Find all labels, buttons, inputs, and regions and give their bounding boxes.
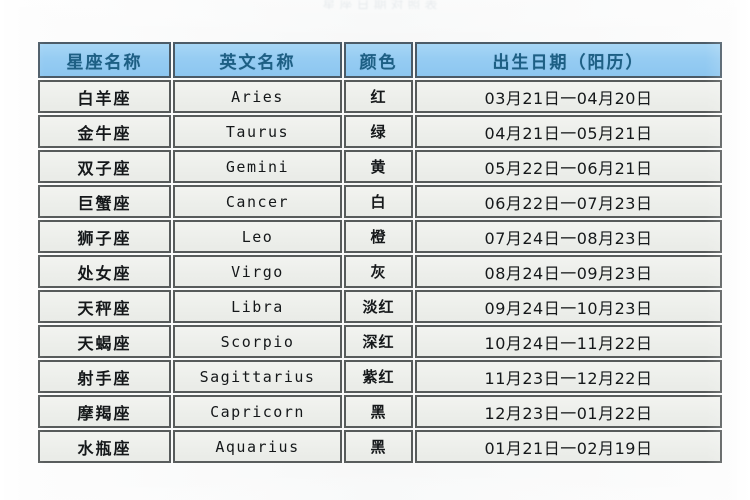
cell-date: 04月21日一05月21日 <box>415 115 722 148</box>
cell-date: 10月24日一11月22日 <box>415 325 722 358</box>
column-header-color: 颜色 <box>344 42 413 78</box>
cell-en-name: Cancer <box>173 185 342 218</box>
cell-cn-name: 摩羯座 <box>38 395 171 428</box>
table-row: 白羊座 Aries 红 03月21日一04月20日 <box>38 80 722 113</box>
cell-en-name: Leo <box>173 220 342 253</box>
cell-color: 紫红 <box>344 360 413 393</box>
table-row: 天秤座 Libra 淡红 09月24日一10月23日 <box>38 290 722 323</box>
cell-en-name: Sagittarius <box>173 360 342 393</box>
cell-en-name: Gemini <box>173 150 342 183</box>
cell-en-name: Virgo <box>173 255 342 288</box>
cell-cn-name: 金牛座 <box>38 115 171 148</box>
cell-date: 09月24日一10月23日 <box>415 290 722 323</box>
cell-color: 深红 <box>344 325 413 358</box>
cell-color: 橙 <box>344 220 413 253</box>
cell-date: 12月23日一01月22日 <box>415 395 722 428</box>
cell-cn-name: 双子座 <box>38 150 171 183</box>
table-row: 水瓶座 Aquarius 黑 01月21日一02月19日 <box>38 430 722 463</box>
cell-cn-name: 处女座 <box>38 255 171 288</box>
cell-color: 灰 <box>344 255 413 288</box>
table-body: 白羊座 Aries 红 03月21日一04月20日 金牛座 Taurus 绿 04月21日一0… <box>38 80 722 463</box>
cell-date: 11月23日一12月22日 <box>415 360 722 393</box>
cell-en-name: Aries <box>173 80 342 113</box>
table-header: 星座名称 英文名称 颜色 出生日期（阳历） <box>38 42 722 78</box>
table-row: 金牛座 Taurus 绿 04月21日一05月21日 <box>38 115 722 148</box>
table-row: 天蝎座 Scorpio 深红 10月24日一11月22日 <box>38 325 722 358</box>
cell-date: 05月22日一06月21日 <box>415 150 722 183</box>
cell-en-name: Taurus <box>173 115 342 148</box>
cell-date: 08月24日一09月23日 <box>415 255 722 288</box>
cell-color: 黑 <box>344 395 413 428</box>
table-row: 巨蟹座 Cancer 白 06月22日一07月23日 <box>38 185 722 218</box>
table-header-row: 星座名称 英文名称 颜色 出生日期（阳历） <box>38 42 722 78</box>
cell-en-name: Aquarius <box>173 430 342 463</box>
table-row: 双子座 Gemini 黄 05月22日一06月21日 <box>38 150 722 183</box>
cell-date: 01月21日一02月19日 <box>415 430 722 463</box>
table-row: 摩羯座 Capricorn 黑 12月23日一01月22日 <box>38 395 722 428</box>
table-row: 射手座 Sagittarius 紫红 11月23日一12月22日 <box>38 360 722 393</box>
column-header-cn-name: 星座名称 <box>38 42 171 78</box>
cell-date: 03月21日一04月20日 <box>415 80 722 113</box>
cell-cn-name: 狮子座 <box>38 220 171 253</box>
cell-en-name: Capricorn <box>173 395 342 428</box>
cell-cn-name: 白羊座 <box>38 80 171 113</box>
cell-color: 黄 <box>344 150 413 183</box>
cell-color: 淡红 <box>344 290 413 323</box>
cell-date: 06月22日一07月23日 <box>415 185 722 218</box>
cell-cn-name: 巨蟹座 <box>38 185 171 218</box>
cell-cn-name: 水瓶座 <box>38 430 171 463</box>
cell-en-name: Scorpio <box>173 325 342 358</box>
cell-cn-name: 天蝎座 <box>38 325 171 358</box>
page-title-remnant: 星座日期对照表 <box>322 0 442 9</box>
cell-en-name: Libra <box>173 290 342 323</box>
zodiac-date-table: 星座名称 英文名称 颜色 出生日期（阳历） 白羊座 Aries 红 03月21日一04… <box>36 40 724 465</box>
cell-color: 白 <box>344 185 413 218</box>
cell-color: 红 <box>344 80 413 113</box>
table-row: 狮子座 Leo 橙 07月24日一08月23日 <box>38 220 722 253</box>
column-header-date: 出生日期（阳历） <box>415 42 722 78</box>
page-background: 星座日期对照表 星座名称 英文名称 颜色 出生日期（阳历） 白羊座 Aries 红 0… <box>0 0 750 500</box>
column-header-en-name: 英文名称 <box>173 42 342 78</box>
zodiac-table-container: 星座名称 英文名称 颜色 出生日期（阳历） 白羊座 Aries 红 03月21日一04… <box>36 40 722 465</box>
cell-cn-name: 天秤座 <box>38 290 171 323</box>
cell-color: 黑 <box>344 430 413 463</box>
table-row: 处女座 Virgo 灰 08月24日一09月23日 <box>38 255 722 288</box>
cell-cn-name: 射手座 <box>38 360 171 393</box>
cell-color: 绿 <box>344 115 413 148</box>
cell-date: 07月24日一08月23日 <box>415 220 722 253</box>
